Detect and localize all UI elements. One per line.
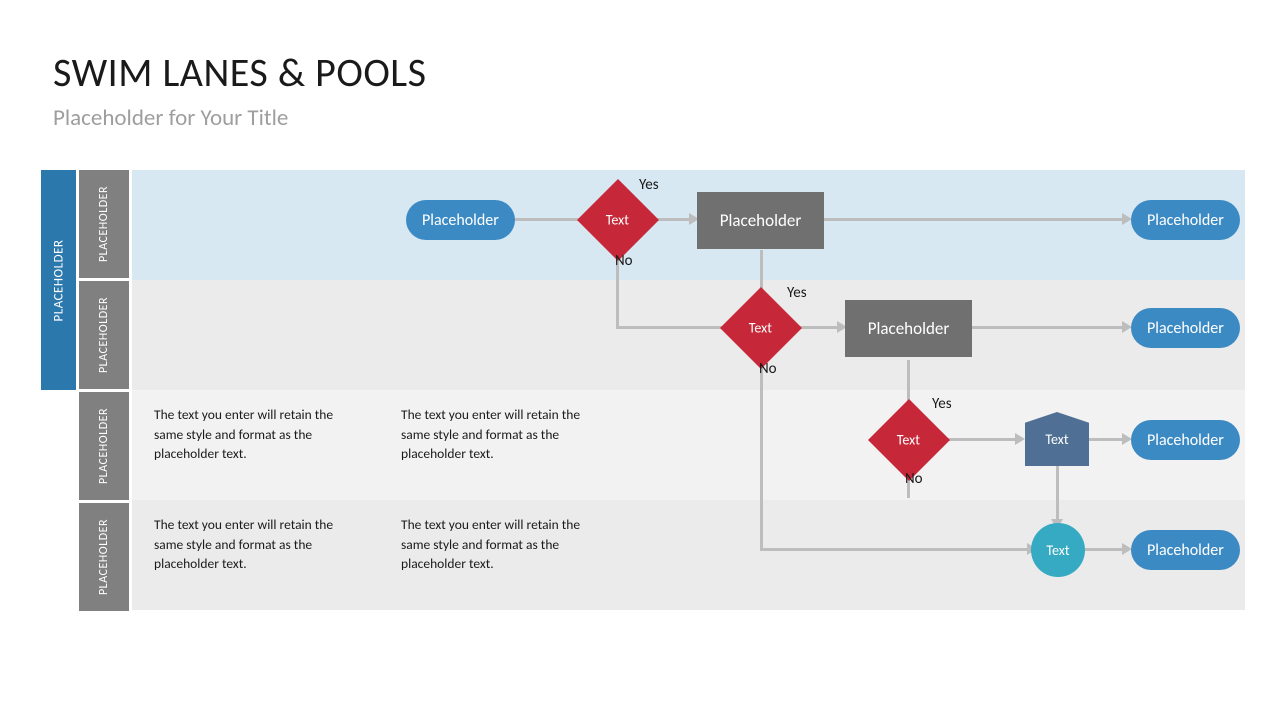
process-1: Placeholder	[697, 192, 824, 249]
connector	[824, 218, 1124, 221]
label-no-3: No	[905, 470, 923, 488]
circle-node: Text	[1031, 523, 1085, 577]
pool-header: PLACEHOLDER	[41, 170, 76, 390]
connector	[511, 218, 586, 221]
end-2: Placeholder	[1131, 308, 1240, 348]
lane-2-bg	[132, 280, 1245, 390]
connector	[1085, 548, 1125, 551]
label-no-1: No	[615, 252, 633, 270]
connector	[971, 326, 1126, 329]
slide-title: SWIM LANES & POOLS	[53, 48, 427, 97]
connector	[1056, 466, 1059, 521]
arrow-icon	[1015, 433, 1025, 445]
slide: SWIM LANES & POOLS Placeholder for Your …	[0, 0, 1280, 720]
body-text-4b: The text you enter will retain the same …	[401, 515, 601, 574]
body-text-4a: The text you enter will retain the same …	[154, 515, 354, 574]
lane-header-4: PLACEHOLDER	[79, 503, 129, 611]
label-no-2: No	[759, 360, 777, 378]
start-node: Placeholder	[406, 200, 515, 240]
pentagon-node: Text	[1025, 412, 1089, 466]
body-text-3a: The text you enter will retain the same …	[154, 405, 354, 464]
label-yes-3: Yes	[932, 395, 952, 413]
connector	[760, 358, 763, 550]
lane-header-1: PLACEHOLDER	[79, 170, 129, 278]
swimlane-diagram: PLACEHOLDER PLACEHOLDER PLACEHOLDER PLAC…	[41, 170, 1245, 620]
lane-header-3: PLACEHOLDER	[79, 392, 129, 500]
body-text-3b: The text you enter will retain the same …	[401, 405, 601, 464]
connector	[616, 326, 731, 329]
lane-header-2: PLACEHOLDER	[79, 281, 129, 389]
label-yes-2: Yes	[787, 284, 807, 302]
process-2: Placeholder	[845, 300, 972, 357]
slide-subtitle: Placeholder for Your Title	[53, 104, 288, 132]
end-1: Placeholder	[1131, 200, 1240, 240]
end-4: Placeholder	[1131, 530, 1240, 570]
lane-1-bg	[132, 170, 1245, 280]
connector	[760, 548, 1030, 551]
end-3: Placeholder	[1131, 420, 1240, 460]
label-yes-1: Yes	[639, 176, 659, 194]
